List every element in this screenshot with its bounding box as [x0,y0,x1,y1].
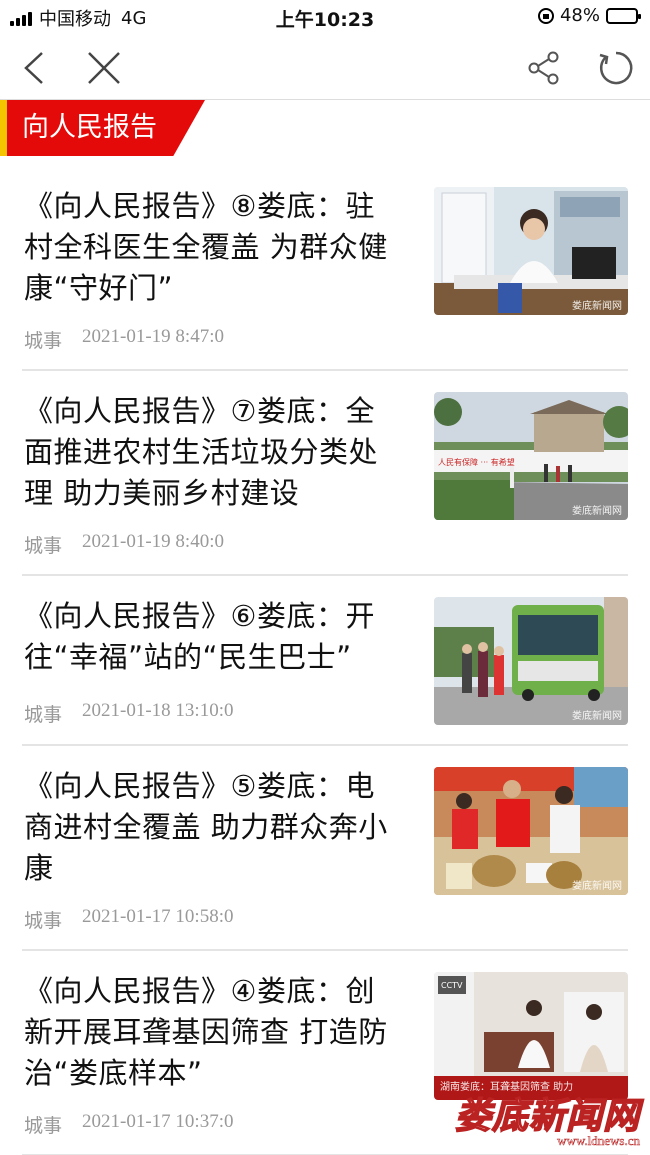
news-thumbnail[interactable]: 娄底新闻网 [434,187,628,315]
news-meta: 城事 2021-01-17 10:37:0 [24,1111,233,1138]
news-category: 城事 [24,1115,63,1137]
refresh-button[interactable] [596,48,636,88]
battery-icon [606,7,641,24]
thumbnail-watermark: 娄底新闻网 [572,301,622,312]
thumbnail-watermark: 娄底新闻网 [572,881,622,892]
news-meta: 城事 2021-01-18 13:10:0 [24,700,233,727]
news-date: 2021-01-17 10:37:0 [82,1111,234,1132]
news-category: 城事 [24,704,63,726]
section-stripe [0,100,7,156]
news-item[interactable]: 《向人民报告》⑥娄底：开往“幸福”站的“民生巴士” 城事 2021-01-18 … [22,576,628,746]
news-thumbnail[interactable]: 娄底新闻网 [434,597,628,725]
news-category: 城事 [24,910,63,932]
section-title: 向人民报告 [22,112,157,143]
news-date: 2021-01-17 10:58:0 [82,906,234,927]
status-right: 48% [537,5,641,26]
chevron-left-icon [24,52,43,84]
svg-text:CCTV: CCTV [441,981,463,990]
share-icon [528,51,559,85]
news-title: 《向人民报告》⑤娄底：电商进村全覆盖 助力群众奔小康 [24,769,388,885]
news-category: 城事 [24,330,63,352]
news-item[interactable]: 《向人民报告》⑧娄底：驻村全科医生全覆盖 为群众健康“守好门” 城事 2021-… [22,166,628,371]
news-meta: 城事 2021-01-17 10:58:0 [24,906,233,933]
thumbnail-watermark: 娄底新闻网 [572,711,622,722]
news-meta: 城事 2021-01-19 8:40:0 [24,531,224,558]
nav-bar [0,34,650,100]
svg-text:人民有保障 ··· 有希望: 人民有保障 ··· 有希望 [438,457,515,467]
back-button[interactable] [14,48,54,88]
site-watermark: 娄底新闻网 www.ldnews.cn [454,1087,640,1149]
news-date: 2021-01-19 8:40:0 [82,531,224,552]
news-title: 《向人民报告》⑧娄底：驻村全科医生全覆盖 为群众健康“守好门” [24,189,388,305]
news-category: 城事 [24,535,63,557]
orientation-lock-icon [537,7,554,24]
news-list: 《向人民报告》⑧娄底：驻村全科医生全覆盖 为群众健康“守好门” 城事 2021-… [0,166,650,1155]
close-button[interactable] [84,48,124,88]
refresh-icon [599,51,633,85]
news-item[interactable]: 《向人民报告》⑤娄底：电商进村全覆盖 助力群众奔小康 城事 2021-01-17… [22,746,628,951]
status-bar: 中国移动 4G 上午10:23 48% [0,0,650,34]
close-icon [88,52,120,84]
news-thumbnail[interactable]: 娄底新闻网 [434,767,628,895]
news-thumbnail[interactable]: CCTV 湖南娄底：耳聋基因筛查 助力 [434,972,628,1100]
news-title: 《向人民报告》④娄底：创新开展耳聋基因筛查 打造防治“娄底样本” [24,974,388,1090]
battery-percent: 48% [559,5,600,26]
news-date: 2021-01-18 13:10:0 [82,700,234,721]
thumbnail-watermark: 娄底新闻网 [572,506,622,517]
news-date: 2021-01-19 8:47:0 [82,326,224,347]
share-button[interactable] [524,48,564,88]
news-meta: 城事 2021-01-19 8:47:0 [24,326,224,353]
section-header: 向人民报告 [0,100,205,156]
site-watermark-name: 娄底新闻网 [454,1095,640,1137]
news-title: 《向人民报告》⑥娄底：开往“幸福”站的“民生巴士” [24,599,375,674]
news-thumbnail[interactable]: 人民有保障 ··· 有希望 娄底新闻网 [434,392,628,520]
news-item[interactable]: 《向人民报告》⑦娄底：全面推进农村生活垃圾分类处理 助力美丽乡村建设 城事 20… [22,371,628,576]
news-title: 《向人民报告》⑦娄底：全面推进农村生活垃圾分类处理 助力美丽乡村建设 [24,394,379,510]
